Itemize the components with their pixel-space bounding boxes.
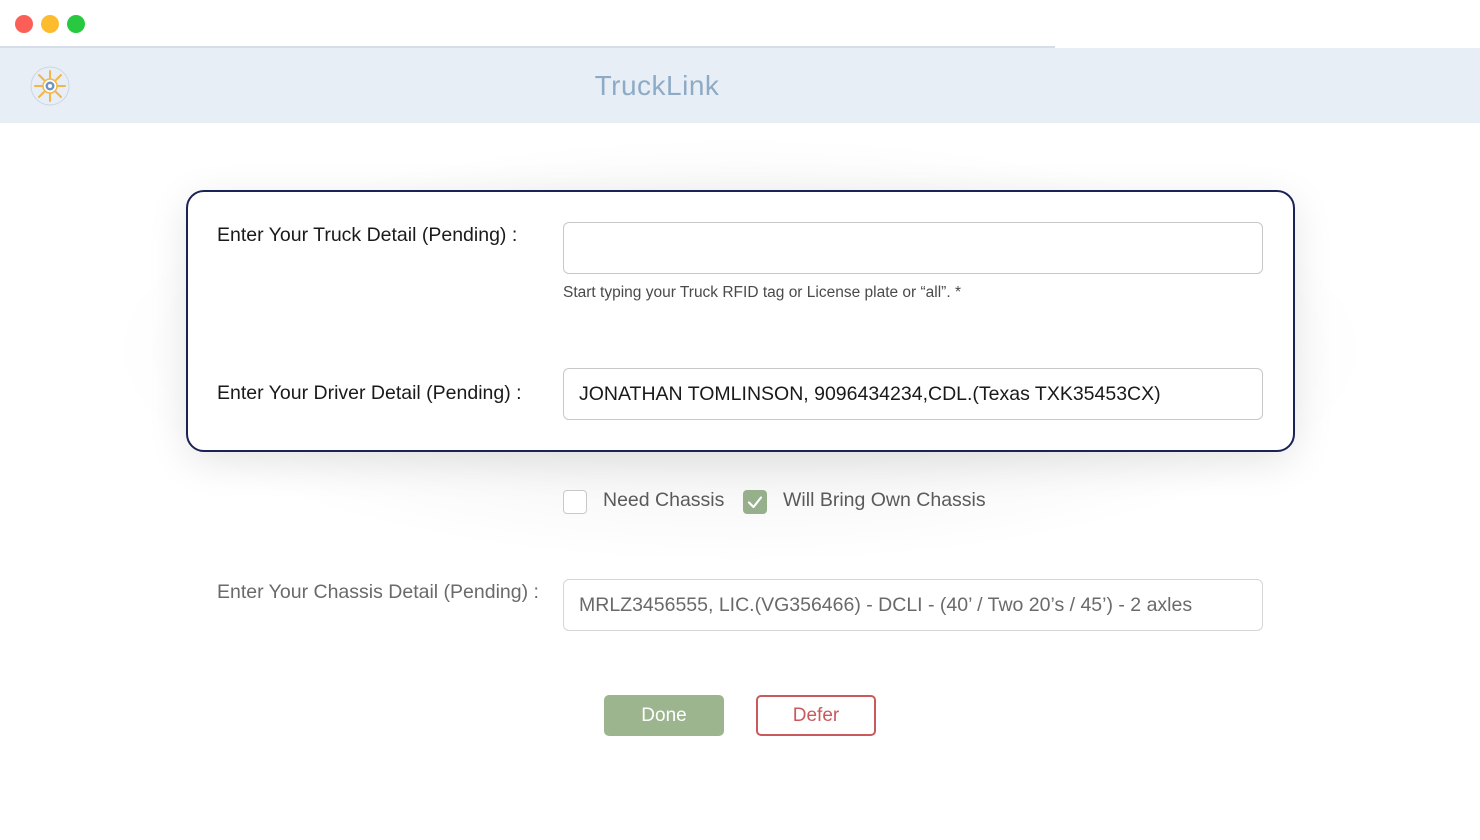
truck-detail-label: Enter Your Truck Detail (Pending) : — [217, 224, 518, 246]
driver-detail-input[interactable] — [563, 368, 1263, 420]
window-minimize-button[interactable] — [41, 15, 59, 33]
truck-detail-hint: Start typing your Truck RFID tag or Lice… — [563, 284, 961, 301]
chassis-detail-input[interactable] — [563, 579, 1263, 631]
window-titlebar — [0, 0, 1480, 48]
need-chassis-checkbox[interactable] — [563, 490, 587, 514]
truck-detail-input[interactable] — [563, 222, 1263, 274]
window-maximize-button[interactable] — [67, 15, 85, 33]
check-icon — [747, 496, 763, 509]
app-title: TruckLink — [594, 70, 720, 101]
own-chassis-checkbox[interactable] — [743, 490, 767, 514]
done-button[interactable]: Done — [604, 695, 724, 736]
driver-detail-label: Enter Your Driver Detail (Pending) : — [217, 382, 522, 404]
need-chassis-label[interactable]: Need Chassis — [603, 489, 724, 512]
chassis-detail-label: Enter Your Chassis Detail (Pending) : — [217, 581, 539, 603]
own-chassis-label[interactable]: Will Bring Own Chassis — [783, 489, 986, 512]
app-header: TruckLink — [0, 48, 1480, 123]
window-close-button[interactable] — [15, 15, 33, 33]
defer-button[interactable]: Defer — [756, 695, 876, 736]
